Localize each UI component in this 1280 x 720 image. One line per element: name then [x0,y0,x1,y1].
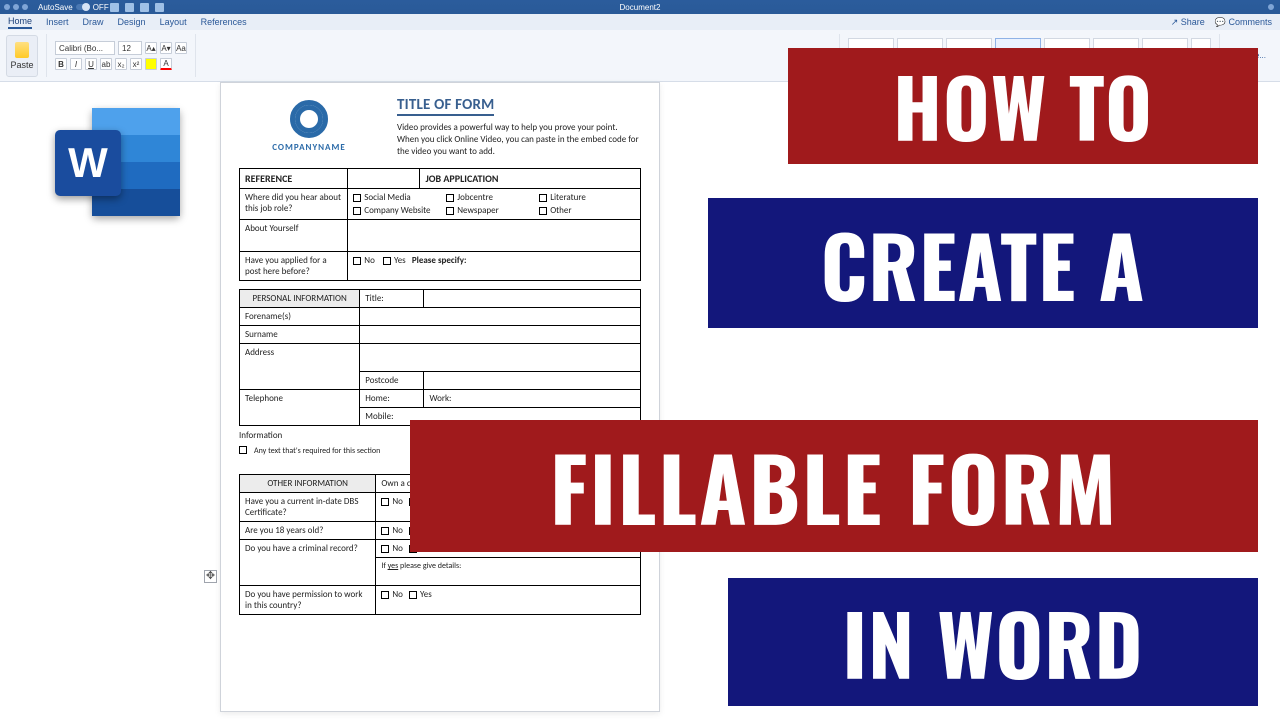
print-icon[interactable] [155,3,164,12]
job-application-label: JOB APPLICATION [420,169,641,189]
postcode-label: Postcode [360,372,424,390]
autosave-state: OFF [93,3,109,12]
tab-references[interactable]: References [201,17,247,27]
criminal-question: Do you have a criminal record? [240,540,376,586]
overlay-in-word: IN WORD [728,578,1258,706]
mac-minimize-button[interactable] [13,4,19,10]
checkbox-social[interactable]: Social Media [353,192,446,203]
section-reference: REFERENCE JOB APPLICATION Where did you … [239,168,641,281]
company-logo-icon [290,100,328,138]
font-size-select[interactable]: 12 [118,41,142,55]
please-specify-label: Please specify: [412,255,467,266]
title-label: Title: [360,290,424,308]
checkbox-company-website[interactable]: Company Website [353,205,446,216]
window-controls [1268,4,1274,10]
table-anchor-icon[interactable]: ✥ [204,570,217,583]
hear-question: Where did you hear about this job role? [240,189,348,220]
criminal-no[interactable]: No [381,543,403,554]
checkbox-yes[interactable]: Yes [383,255,406,266]
clear-format-icon[interactable]: Aa [175,42,187,54]
section-personal: PERSONAL INFORMATION Title: Forename(s) … [239,289,641,426]
subscript-button[interactable]: x₂ [115,58,127,70]
undo-icon[interactable] [125,3,134,12]
overlay-create-a: CREATE A [708,198,1258,328]
permission-yes[interactable]: Yes [409,589,432,600]
strike-button[interactable]: ab [100,58,112,70]
forename-label: Forename(s) [240,308,360,326]
overlay-fillable: FILLABLE FORM [410,420,1258,552]
word-logo-icon: W [55,108,180,223]
overlay-how-to: HOW TO [788,48,1258,164]
age-question: Are you 18 years old? [240,522,376,540]
font-name-select[interactable]: Calibri (Bo... [55,41,115,55]
increase-font-icon[interactable]: A▴ [145,42,157,54]
checkbox-newspaper[interactable]: Newspaper [446,205,539,216]
checkbox-jobcentre[interactable]: Jobcentre [446,192,539,203]
help-icon[interactable] [1268,4,1274,10]
form-title: TITLE OF FORM [397,96,494,116]
comments-button[interactable]: 💬 Comments [1215,17,1272,28]
reference-label: REFERENCE [240,169,348,189]
save-icon[interactable] [110,3,119,12]
applied-before-question: Have you applied for a post here before? [240,252,348,281]
paste-button[interactable]: Paste [6,35,38,77]
tab-design[interactable]: Design [118,17,146,27]
dbs-question: Have you a current in-date DBS Certifica… [240,493,376,522]
details-label: If yes please give details: [381,561,461,571]
checkbox-no[interactable]: No [353,255,375,266]
document-title: Document2 [620,3,661,12]
tab-draw[interactable]: Draw [83,17,104,27]
dbs-no[interactable]: No [381,496,403,507]
switch-icon [76,4,90,10]
titlebar: AutoSave OFF Document2 [0,0,1280,14]
checkbox-other[interactable]: Other [539,205,632,216]
work-label: Work: [424,390,641,408]
about-yourself-label: About Yourself [240,220,348,252]
redo-icon[interactable] [140,3,149,12]
superscript-button[interactable]: x² [130,58,142,70]
decrease-font-icon[interactable]: A▾ [160,42,172,54]
form-intro: Video provides a powerful way to help yo… [397,122,641,158]
highlight-icon[interactable] [145,58,157,70]
personal-header: PERSONAL INFORMATION [240,290,360,308]
telephone-label: Telephone [240,390,360,426]
age-no[interactable]: No [381,525,403,536]
quick-access-toolbar [110,3,164,12]
italic-button[interactable]: I [70,58,82,70]
bold-button[interactable]: B [55,58,67,70]
mac-close-button[interactable] [4,4,10,10]
company-name: COMPANYNAME [272,142,346,153]
address-label: Address [240,344,360,390]
ribbon-tabs: Home Insert Draw Design Layout Reference… [0,14,1280,30]
mac-zoom-button[interactable] [22,4,28,10]
paste-label: Paste [10,60,33,70]
font-color-icon[interactable]: A [160,58,172,70]
home-label: Home: [360,390,424,408]
info-checkbox-a[interactable]: Any text that's required for this sectio… [239,446,380,466]
permission-question: Do you have permission to work in this c… [240,586,376,615]
autosave-toggle[interactable]: AutoSave OFF [38,3,109,12]
checkbox-literature[interactable]: Literature [539,192,632,203]
tab-layout[interactable]: Layout [160,17,187,27]
surname-label: Surname [240,326,360,344]
clipboard-icon [15,42,29,58]
permission-no[interactable]: No [381,589,403,600]
underline-button[interactable]: U [85,58,97,70]
autosave-label: AutoSave [38,3,73,12]
share-button[interactable]: ↗ Share [1171,17,1205,28]
document-page[interactable]: COMPANYNAME TITLE OF FORM Video provides… [220,82,660,712]
other-header: OTHER INFORMATION [240,475,376,493]
form-header: COMPANYNAME TITLE OF FORM Video provides… [239,95,641,158]
tab-insert[interactable]: Insert [46,17,69,27]
tab-home[interactable]: Home [8,16,32,29]
